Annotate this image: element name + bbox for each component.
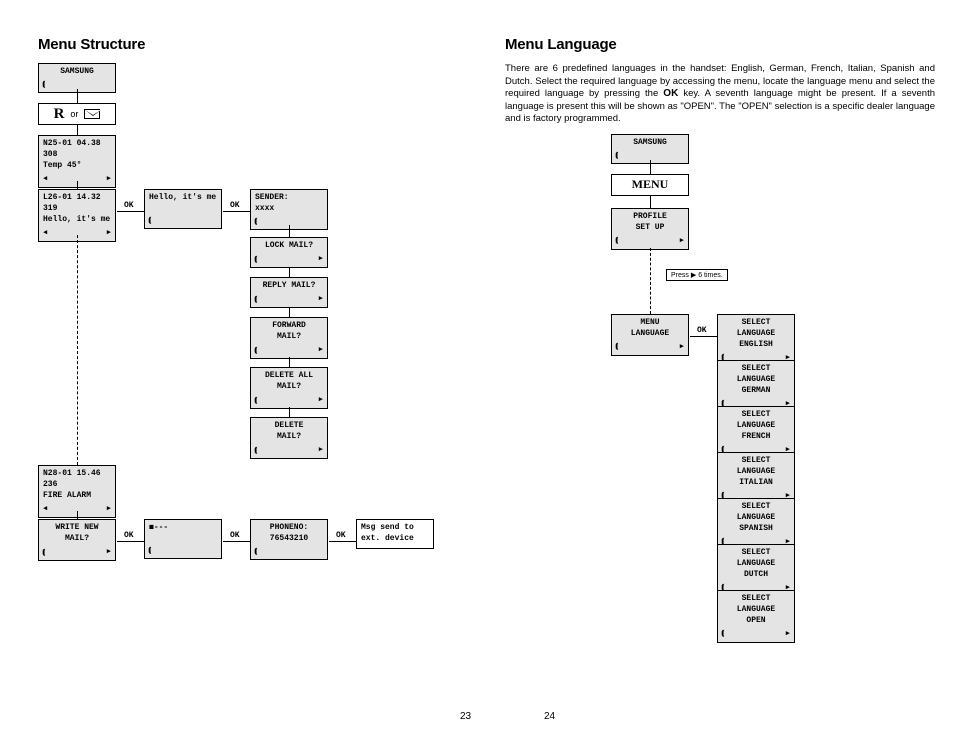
press-6-times: Press ▶ 6 times. bbox=[666, 269, 728, 281]
menu-structure-diagram: SAMSUNG R or N25-01 04.38 308 Temp 45° L… bbox=[38, 63, 468, 653]
menu-box: MENU bbox=[611, 174, 689, 196]
box-open: SELECT LANGUAGE OPEN bbox=[717, 590, 795, 643]
box-write: WRITE NEW MAIL? bbox=[38, 519, 116, 561]
envelope-icon bbox=[84, 109, 100, 119]
box-compose: ◼--- bbox=[144, 519, 222, 559]
ok-label: OK bbox=[124, 201, 134, 210]
r-or-box: R or bbox=[38, 103, 116, 125]
language-para: There are 6 predefined languages in the … bbox=[505, 63, 935, 126]
box-phoneno: PHONENO: 76543210 bbox=[250, 519, 328, 560]
left-title: Menu Structure bbox=[38, 36, 468, 53]
page-num-24: 24 bbox=[544, 711, 555, 722]
arrow-left-icon bbox=[43, 173, 47, 185]
page-left: Menu Structure SAMSUNG R or N25-01 04.38… bbox=[38, 36, 468, 653]
box-sender: SENDER: xxxx bbox=[250, 189, 328, 230]
menu-language-diagram: SAMSUNG MENU PROFILE SET UP Press ▶ 6 ti… bbox=[505, 134, 935, 674]
right-title: Menu Language bbox=[505, 36, 935, 53]
box-profile: PROFILE SET UP bbox=[611, 208, 689, 250]
box-lock: LOCK MAIL? bbox=[250, 237, 328, 268]
box-menu-language: MENU LANGUAGE bbox=[611, 314, 689, 356]
box-delete: DELETE MAIL? bbox=[250, 417, 328, 459]
arrow-right-icon bbox=[107, 173, 111, 185]
box-reply: REPLY MAIL? bbox=[250, 277, 328, 308]
box-msgsend: Msg send to ext. device bbox=[356, 519, 434, 549]
box-forward: FORWARD MAIL? bbox=[250, 317, 328, 359]
page-num-23: 23 bbox=[460, 711, 471, 722]
page-right: Menu Language There are 6 predefined lan… bbox=[505, 36, 935, 674]
box-deleteall: DELETE ALL MAIL? bbox=[250, 367, 328, 409]
box-hello: Hello, it's me bbox=[144, 189, 222, 229]
